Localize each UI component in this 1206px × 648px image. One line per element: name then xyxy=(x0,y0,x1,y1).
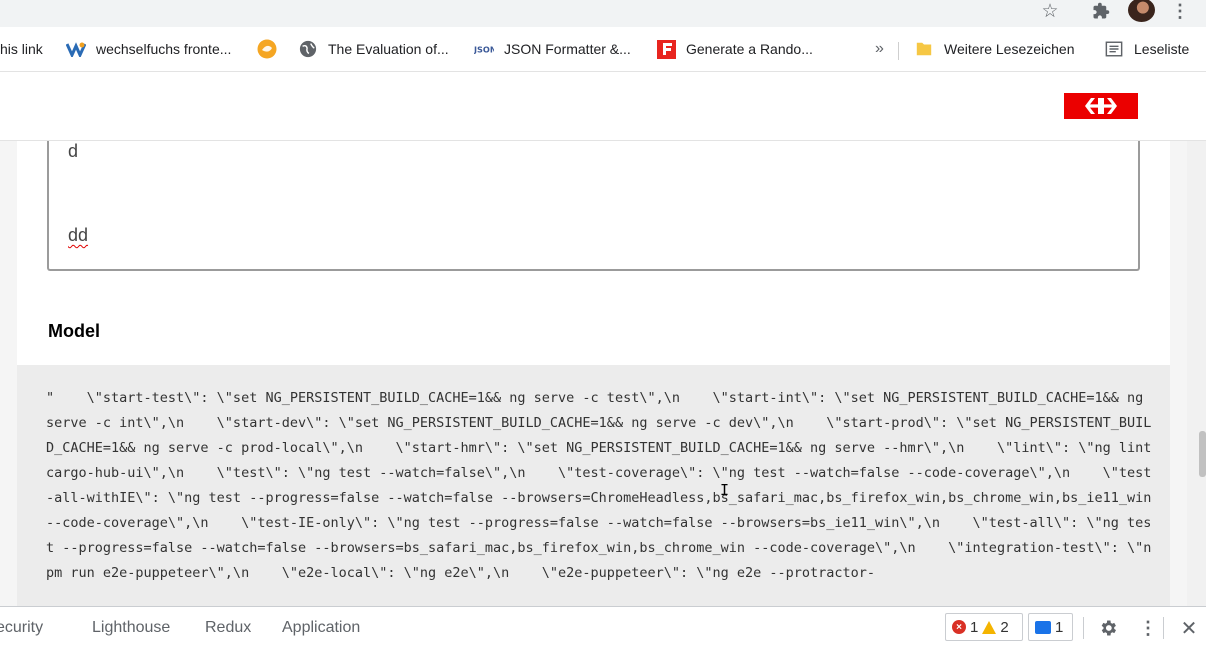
reading-list-button[interactable]: Leseliste xyxy=(1104,37,1189,61)
bookmark-label: The Evaluation of... xyxy=(328,41,449,57)
devtools-divider xyxy=(1163,617,1164,639)
bookmark-generate-random[interactable]: Generate a Rando... xyxy=(657,37,813,61)
tab-application[interactable]: Application xyxy=(282,619,360,637)
issues-counter[interactable]: × 1 2 xyxy=(945,613,1023,641)
page-scrollbar[interactable] xyxy=(1187,141,1206,606)
bookmarks-divider xyxy=(898,42,899,60)
globe-icon xyxy=(298,39,318,59)
f-icon xyxy=(657,39,676,59)
bookmark-label: Leseliste xyxy=(1134,41,1190,57)
gear-icon[interactable] xyxy=(1096,616,1120,640)
content-area: d dd Model " \"start-test\": \"set NG_PE… xyxy=(0,141,1206,606)
json-icon: JSON xyxy=(474,39,494,59)
message-count: 1 xyxy=(1055,618,1064,636)
messages-counter[interactable]: 1 xyxy=(1028,613,1073,641)
model-heading: Model xyxy=(48,321,100,341)
message-icon xyxy=(1035,620,1051,634)
textarea-line: dd xyxy=(68,225,89,245)
error-icon: × xyxy=(952,620,966,634)
text-cursor-icon: I xyxy=(720,481,730,499)
bookmark-label: Generate a Rando... xyxy=(686,41,813,57)
model-code-block: " \"start-test\": \"set NG_PERSISTENT_BU… xyxy=(17,365,1170,606)
bookmark-label: JSON Formatter &... xyxy=(504,41,631,57)
bookmark-folder-other[interactable]: Weitere Lesezeichen xyxy=(914,37,1074,61)
devtools-panel: ecurity Lighthouse Redux Application × 1… xyxy=(0,606,1206,648)
bookmark-wechselfuchs[interactable]: wechselfuchs fronte... xyxy=(66,37,231,61)
model-code-text: " \"start-test\": \"set NG_PERSISTENT_BU… xyxy=(46,390,1160,581)
sbb-logo[interactable] xyxy=(1064,93,1138,119)
tab-security[interactable]: ecurity xyxy=(0,619,43,637)
kebab-menu-icon[interactable]: ⋮ xyxy=(1136,616,1160,640)
bookmark-label: his link xyxy=(0,41,43,57)
tab-redux[interactable]: Redux xyxy=(205,619,251,637)
svg-text:JSON: JSON xyxy=(474,45,494,55)
warning-count: 2 xyxy=(1000,618,1009,636)
close-icon[interactable]: ✕ xyxy=(1177,616,1201,640)
reading-list-icon xyxy=(1104,39,1124,59)
devtools-divider xyxy=(1083,617,1084,639)
message-textarea[interactable]: d dd xyxy=(47,141,1140,271)
content-card: d dd Model " \"start-test\": \"set NG_PE… xyxy=(17,141,1170,606)
bookmark-label: Weitere Lesezeichen xyxy=(944,41,1075,57)
star-icon[interactable]: ☆ xyxy=(1038,0,1062,22)
bookmarks-overflow-button[interactable]: » xyxy=(875,37,884,61)
bookmark-his-link[interactable]: his link xyxy=(0,37,43,61)
browser-toolbar: ☆ ⋮ xyxy=(0,0,1206,27)
error-count: 1 xyxy=(970,618,979,636)
scrollbar-thumb[interactable] xyxy=(1199,431,1206,477)
textarea-line: d xyxy=(68,141,79,161)
bookmark-evaluation[interactable]: The Evaluation of... xyxy=(298,37,449,61)
folder-icon xyxy=(914,39,934,59)
browser-window: ☆ ⋮ his link wechselfuchs fronte... The … xyxy=(0,0,1206,648)
bookmarks-bar: his link wechselfuchs fronte... The Eval… xyxy=(0,27,1206,72)
bookmark-label: wechselfuchs fronte... xyxy=(96,41,232,57)
bookmark-fox[interactable] xyxy=(257,37,277,61)
bookmark-json-formatter[interactable]: JSON JSON Formatter &... xyxy=(474,37,631,61)
kebab-menu-icon[interactable]: ⋮ xyxy=(1171,0,1189,22)
page-header xyxy=(0,73,1206,141)
fox-icon xyxy=(257,39,277,59)
avatar[interactable] xyxy=(1128,0,1155,22)
tab-lighthouse[interactable]: Lighthouse xyxy=(92,619,170,637)
puzzle-icon[interactable] xyxy=(1090,0,1112,22)
warning-icon xyxy=(982,620,997,634)
wechselfuchs-icon xyxy=(66,39,86,59)
